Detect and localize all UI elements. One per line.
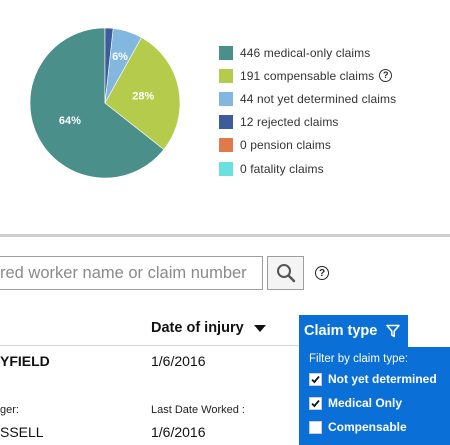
search-button[interactable] (267, 256, 304, 290)
filter-option-not-yet-determined[interactable]: Not yet determined (309, 372, 437, 386)
legend-item-fatality[interactable]: 0 fatality claims (219, 157, 396, 180)
sort-down-icon (253, 324, 266, 332)
checkbox[interactable] (309, 420, 322, 434)
search-help-icon[interactable]: ? (315, 266, 329, 280)
pie-slice-label: 64% (59, 115, 81, 127)
legend-label: 44 not yet determined claims (240, 91, 397, 106)
pie-slice-label: 6% (112, 51, 128, 63)
legend-item-medical-only[interactable]: 446 medical-only claims (219, 41, 396, 64)
option-label: Compensable (328, 420, 407, 434)
claim-type-label: Claim type (304, 323, 378, 339)
search-input[interactable] (0, 257, 267, 289)
legend-swatch (219, 45, 233, 60)
injury-date: 1/6/2016 (151, 353, 206, 369)
last-date-worked-label: Last Date Worked : (151, 404, 245, 416)
filter-option-compensable[interactable]: Compensable (309, 420, 407, 434)
section-divider (0, 234, 450, 237)
legend-swatch (219, 161, 233, 176)
checkbox[interactable] (309, 372, 322, 386)
option-label: Not yet determined (328, 372, 437, 386)
filter-option-medical-only[interactable]: Medical Only (309, 396, 402, 410)
legend-label: 0 fatality claims (240, 161, 324, 176)
search-field (0, 256, 267, 290)
legend-label: 446 medical-only claims (240, 45, 371, 60)
legend-swatch (219, 68, 233, 83)
filter-icon (386, 324, 401, 338)
help-icon[interactable]: ? (379, 69, 393, 83)
checkbox[interactable] (309, 396, 322, 410)
date-of-injury-header[interactable]: Date of injury (151, 320, 266, 336)
legend-item-compensable[interactable]: 191 compensable claims ? (219, 64, 396, 87)
chart-legend: 446 medical-only claims 191 compensable … (219, 41, 396, 180)
legend-label: 191 compensable claims (240, 68, 375, 83)
legend-item-not-yet-determined[interactable]: 44 not yet determined claims (219, 87, 396, 110)
legend-label: 0 pension claims (240, 138, 331, 153)
manager-name: SSELL (0, 424, 44, 440)
worker-name[interactable]: YFIELD (0, 353, 50, 369)
filter-panel-label: Filter by claim type: (309, 353, 409, 365)
legend-item-pension[interactable]: 0 pension claims (219, 134, 396, 157)
legend-swatch (219, 91, 233, 106)
claims-pie-chart: 64% 28% 6% (29, 27, 181, 179)
legend-label: 12 rejected claims (240, 115, 339, 130)
option-label: Medical Only (328, 396, 403, 410)
search-icon (276, 264, 295, 283)
field-label: ger: (0, 404, 19, 416)
last-date-worked: 1/6/2016 (151, 424, 206, 440)
legend-swatch (219, 115, 233, 130)
legend-item-rejected[interactable]: 12 rejected claims (219, 111, 396, 134)
table-header-divider (0, 345, 300, 346)
claim-type-filter-panel: Filter by claim type: Not yet determined… (299, 347, 450, 445)
claim-type-filter-tab[interactable]: Claim type (299, 315, 408, 347)
column-label: Date of injury (151, 320, 244, 336)
legend-swatch (219, 138, 233, 153)
pie-slice-label: 28% (132, 90, 154, 102)
